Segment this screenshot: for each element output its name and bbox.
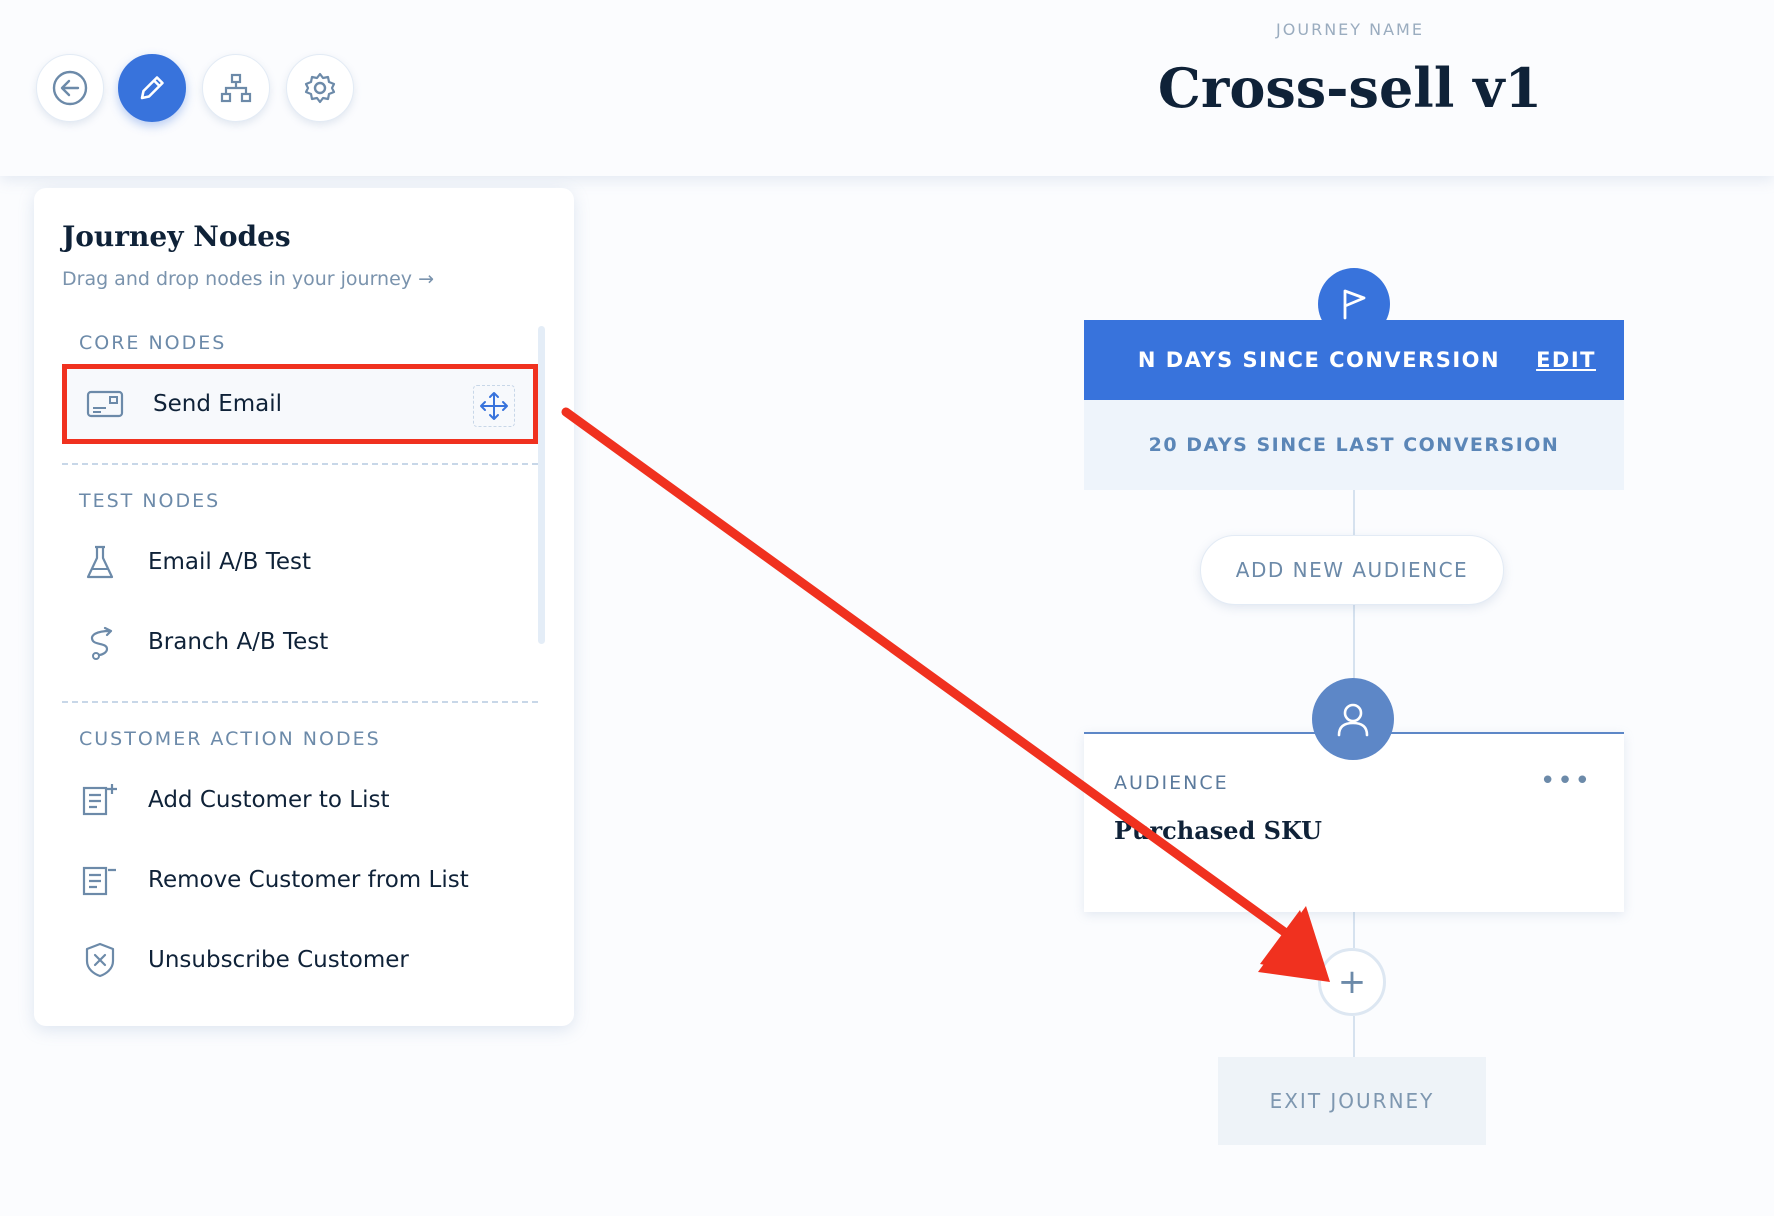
add-step-button[interactable]: + bbox=[1318, 948, 1386, 1016]
connector-line bbox=[1353, 490, 1355, 535]
move-icon bbox=[480, 392, 508, 420]
add-new-audience-button[interactable]: ADD NEW AUDIENCE bbox=[1200, 535, 1504, 605]
connector-line bbox=[1353, 605, 1355, 685]
node-branch-ab-test[interactable]: Branch A/B Test bbox=[62, 604, 538, 680]
connector-line bbox=[1353, 912, 1355, 948]
node-add-customer-to-list[interactable]: Add Customer to List bbox=[62, 762, 538, 838]
node-remove-customer-from-list[interactable]: Remove Customer from List bbox=[62, 842, 538, 918]
journey-name-label: JOURNEY NAME bbox=[1276, 20, 1424, 39]
panel-subtitle: Drag and drop nodes in your journey → bbox=[62, 268, 434, 290]
panel-scrollbar[interactable] bbox=[538, 326, 545, 644]
section-divider bbox=[62, 701, 538, 703]
trigger-edit-link[interactable]: EDIT bbox=[1536, 348, 1596, 372]
node-label: Unsubscribe Customer bbox=[148, 947, 409, 973]
tree-view-button[interactable] bbox=[202, 54, 270, 122]
audience-name: Purchased SKU bbox=[1114, 816, 1322, 845]
section-test-nodes: TEST NODES bbox=[79, 490, 221, 512]
journey-title[interactable]: Cross-sell v1 bbox=[1100, 56, 1600, 120]
top-bar: JOURNEY NAME Cross-sell v1 bbox=[0, 0, 1774, 176]
connector-line bbox=[1353, 1016, 1355, 1057]
node-label: Branch A/B Test bbox=[148, 629, 329, 655]
trigger-detail: 20 DAYS SINCE LAST CONVERSION bbox=[1084, 400, 1624, 490]
shield-x-icon bbox=[80, 940, 120, 980]
trigger-title: N DAYS SINCE CONVERSION bbox=[1137, 348, 1501, 372]
sitemap-icon bbox=[220, 73, 252, 103]
node-label: Email A/B Test bbox=[148, 549, 311, 575]
node-email-ab-test[interactable]: Email A/B Test bbox=[62, 524, 538, 600]
journey-nodes-panel: Journey Nodes Drag and drop nodes in you… bbox=[34, 188, 574, 1026]
audience-label: AUDIENCE bbox=[1114, 772, 1229, 794]
exit-journey-node: EXIT JOURNEY bbox=[1218, 1057, 1486, 1145]
more-options-button[interactable]: ••• bbox=[1540, 766, 1592, 796]
section-divider bbox=[62, 463, 538, 465]
trigger-node-header: N DAYS SINCE CONVERSION EDIT bbox=[1084, 320, 1624, 400]
email-card-icon bbox=[85, 384, 125, 424]
flask-icon bbox=[80, 542, 120, 582]
flag-icon bbox=[1343, 289, 1366, 320]
gear-icon bbox=[304, 72, 336, 104]
section-customer-action-nodes: CUSTOMER ACTION NODES bbox=[79, 728, 381, 750]
node-label: Send Email bbox=[153, 391, 283, 417]
panel-title: Journey Nodes bbox=[62, 220, 291, 253]
section-core-nodes: CORE NODES bbox=[79, 332, 227, 354]
list-remove-icon bbox=[80, 860, 120, 900]
back-button[interactable] bbox=[36, 54, 104, 122]
back-arrow-icon bbox=[52, 70, 88, 106]
pencil-icon bbox=[140, 76, 164, 100]
settings-button[interactable] bbox=[286, 54, 354, 122]
edit-mode-button[interactable] bbox=[118, 54, 186, 122]
node-label: Remove Customer from List bbox=[148, 867, 469, 893]
list-add-icon bbox=[80, 780, 120, 820]
node-unsubscribe-customer[interactable]: Unsubscribe Customer bbox=[62, 922, 538, 998]
audience-badge bbox=[1312, 678, 1394, 760]
user-icon bbox=[1337, 703, 1369, 737]
branch-path-icon bbox=[80, 622, 120, 662]
drag-handle[interactable] bbox=[473, 385, 515, 427]
node-label: Add Customer to List bbox=[148, 787, 390, 813]
node-send-email[interactable]: Send Email bbox=[62, 364, 538, 444]
